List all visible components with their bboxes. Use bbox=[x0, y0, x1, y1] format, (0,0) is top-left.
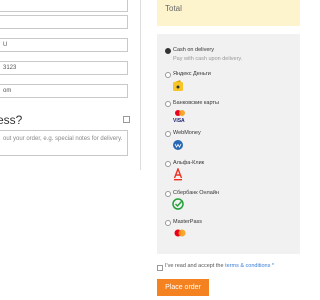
billing-field-city[interactable]: U bbox=[0, 38, 128, 52]
billing-field-1[interactable] bbox=[0, 0, 128, 12]
payment-label-yandex[interactable]: Яндекс Деньги bbox=[173, 71, 211, 77]
payment-label-alfa[interactable]: Альфа-Клик bbox=[173, 160, 204, 166]
svg-text:VISA: VISA bbox=[173, 118, 185, 123]
terms-link[interactable]: terms & conditions bbox=[225, 263, 270, 269]
payment-radio-cards[interactable] bbox=[165, 101, 171, 107]
payment-radio-cod[interactable] bbox=[165, 48, 171, 54]
terms-required-mark: * bbox=[271, 263, 274, 269]
billing-form: U 3123 om ess? out your order, e.g. spec… bbox=[0, 0, 140, 300]
payment-radio-sberbank[interactable] bbox=[165, 191, 171, 197]
ship-different-address-checkbox[interactable] bbox=[123, 116, 130, 123]
payment-description-cod: Pay with cash upon delivery. bbox=[173, 56, 243, 62]
billing-field-email[interactable]: om bbox=[0, 84, 128, 98]
alfa-bank-icon bbox=[173, 168, 183, 181]
masterpass-icon bbox=[174, 229, 186, 237]
webmoney-icon bbox=[173, 140, 183, 150]
payment-label-webmoney[interactable]: WebMoney bbox=[173, 130, 201, 136]
payment-label-cod[interactable]: Cash on delivery bbox=[173, 47, 214, 53]
order-notes-textarea[interactable]: out your order, e.g. special notes for d… bbox=[0, 130, 128, 156]
sberbank-icon bbox=[172, 198, 184, 210]
terms-text: I've read and accept the terms & conditi… bbox=[165, 263, 274, 269]
payment-radio-yandex[interactable] bbox=[165, 72, 171, 78]
payment-radio-alfa[interactable] bbox=[165, 161, 171, 167]
payment-label-masterpass[interactable]: MasterPass bbox=[173, 219, 202, 225]
payment-methods-panel: Cash on delivery Pay with cash upon deli… bbox=[157, 34, 300, 254]
terms-prefix: I've read and accept the bbox=[165, 263, 224, 269]
place-order-button[interactable]: Place order bbox=[157, 279, 209, 296]
payment-label-cards[interactable]: Банковские карты bbox=[173, 100, 219, 106]
payment-label-sberbank[interactable]: Сбербанк Онлайн bbox=[173, 190, 219, 196]
yandex-money-icon bbox=[173, 80, 183, 91]
ship-different-address-heading: ess? bbox=[0, 113, 23, 127]
column-divider bbox=[140, 0, 141, 170]
payment-radio-masterpass[interactable] bbox=[165, 220, 171, 226]
terms-checkbox[interactable] bbox=[157, 265, 163, 271]
visa-mastercard-icon: VISA bbox=[173, 110, 185, 123]
payment-radio-webmoney[interactable] bbox=[165, 131, 171, 137]
order-total-row: Total bbox=[157, 0, 300, 26]
total-label: Total bbox=[165, 4, 182, 13]
billing-field-2[interactable] bbox=[0, 15, 128, 29]
billing-field-phone[interactable]: 3123 bbox=[0, 61, 128, 75]
